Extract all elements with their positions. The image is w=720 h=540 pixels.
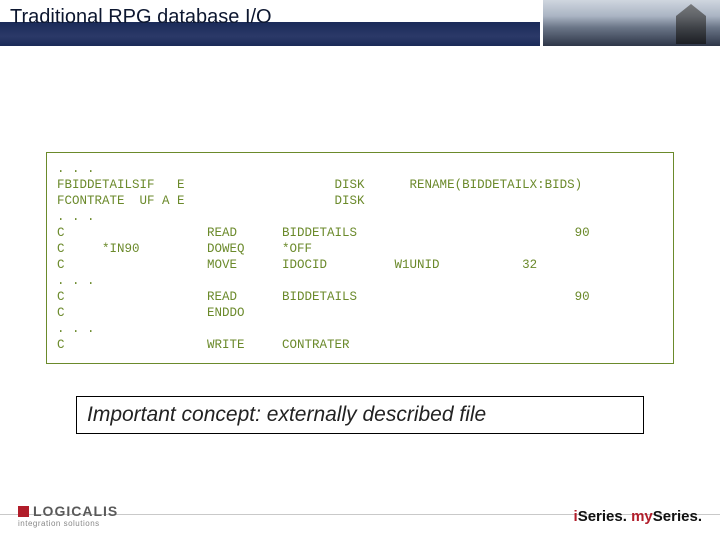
concept-callout: Important concept: externally described …	[76, 396, 644, 434]
logo-my: my	[627, 508, 653, 525]
title-photo	[540, 0, 720, 46]
page-title: Traditional RPG database I/O	[10, 6, 272, 29]
concept-text: Important concept: externally described …	[87, 403, 633, 427]
logo-iseries: iSeries. mySeries.	[574, 508, 702, 525]
logo-series1: Series.	[578, 508, 627, 525]
footer: LOGICALIS integration solutions iSeries.…	[0, 490, 720, 540]
logo-square-icon	[18, 506, 29, 517]
title-bar: Traditional RPG database I/O	[0, 0, 720, 44]
logo-logicalis: LOGICALIS integration solutions	[18, 504, 118, 528]
logo-brand-text: LOGICALIS	[33, 504, 118, 518]
code-box: . . . FBIDDETAILSIF E DISK RENAME(BIDDET…	[46, 152, 674, 364]
logo-series2: Series.	[653, 508, 702, 525]
code-listing: . . . FBIDDETAILSIF E DISK RENAME(BIDDET…	[57, 161, 663, 353]
logo-tagline: integration solutions	[18, 520, 118, 528]
slide: Traditional RPG database I/O . . . FBIDD…	[0, 0, 720, 540]
